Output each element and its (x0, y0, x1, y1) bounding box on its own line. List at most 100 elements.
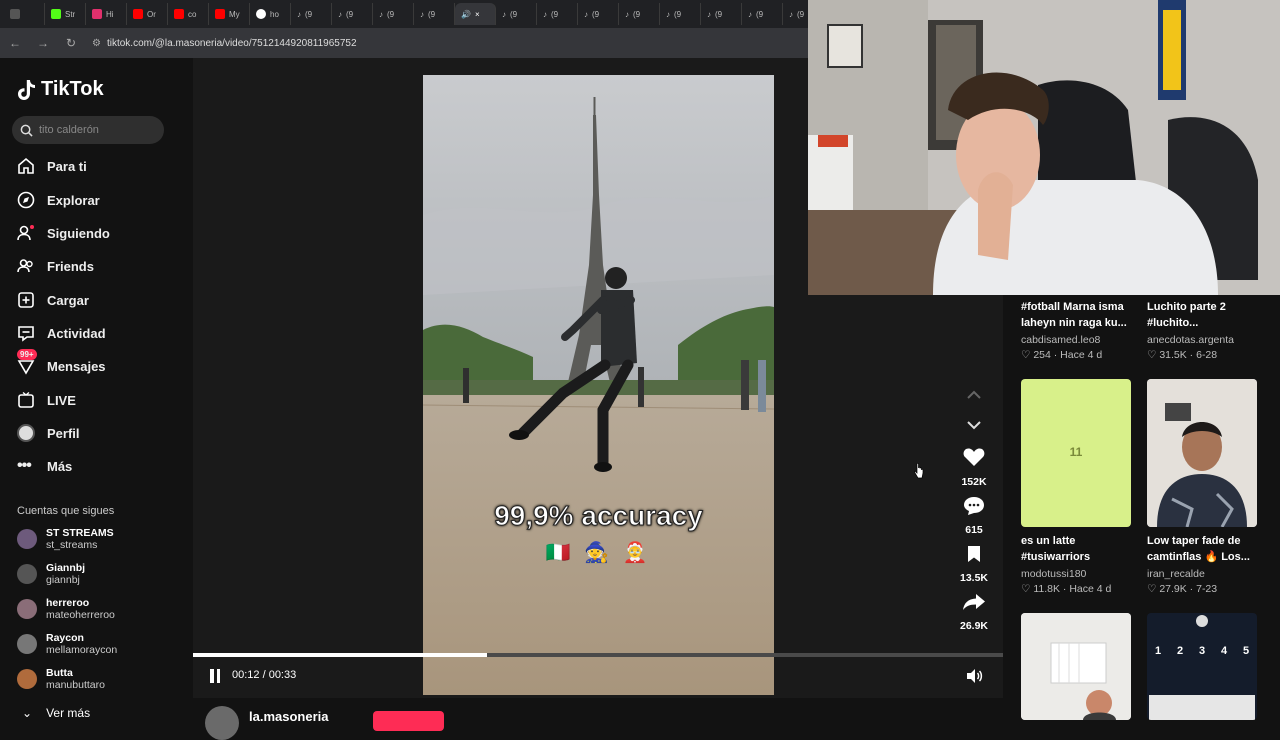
video-card-user[interactable]: modotussi180 (1021, 568, 1086, 580)
back-icon[interactable]: ← (8, 36, 22, 50)
browser-tab[interactable]: ♪ (9 (332, 3, 373, 25)
account-name: Raycon (46, 632, 84, 644)
chevron-down-icon: ⌄ (22, 706, 33, 720)
browser-tab[interactable]: ♪ (9 (578, 3, 619, 25)
browser-tab[interactable]: ♪ (9 (496, 3, 537, 25)
browser-tab[interactable]: ♪ (9 (783, 3, 808, 25)
browser-tab[interactable]: ♪ (9 (701, 3, 742, 25)
followed-account[interactable]: herreroo mateoherreroo (17, 597, 115, 621)
bookmark-icon[interactable] (962, 545, 986, 563)
instagram-icon (92, 9, 102, 19)
browser-tab[interactable]: ♪ (9 (373, 3, 414, 25)
nav-mensajes[interactable]: 99+ Mensajes (17, 349, 106, 375)
progress-bar[interactable] (193, 653, 1003, 657)
nav-label: Siguiendo (47, 225, 110, 241)
browser-tab[interactable]: ♪ (9 (291, 3, 332, 25)
video-card-thumbnail[interactable]: 11 (1021, 379, 1131, 527)
tab-label: Or (147, 9, 156, 19)
volume-icon[interactable] (965, 668, 983, 684)
progress-fill (193, 653, 488, 657)
video-card-user[interactable]: anecdotas.argenta (1147, 334, 1234, 346)
home-icon (18, 157, 34, 174)
pause-button[interactable] (210, 669, 222, 683)
youtube-icon (215, 9, 225, 19)
browser-tab[interactable]: co (168, 3, 209, 25)
browser-tab[interactable]: ♪ (9 (619, 3, 660, 25)
search-placeholder: tito calderón (39, 124, 99, 136)
previous-video-icon[interactable] (962, 388, 986, 402)
account-handle: mellamoraycon (46, 644, 118, 656)
share-icon[interactable] (962, 593, 986, 611)
browser-tab[interactable]: ho (250, 3, 291, 25)
thumbnail-number: 1 (1154, 645, 1162, 657)
tiktok-icon: ♪ (338, 9, 342, 19)
url-text: tiktok.com/@la.masoneria/video/751214492… (106, 37, 357, 49)
browser-tab-active[interactable]: 🔊 × (455, 3, 496, 25)
comment-icon[interactable] (962, 496, 986, 516)
tiktok-logo[interactable]: TikTok (17, 78, 104, 101)
live-icon (18, 391, 34, 408)
search-input[interactable]: tito calderón (12, 116, 164, 144)
avatar (17, 529, 37, 549)
share-count: 26.9K (959, 620, 989, 632)
google-icon (256, 9, 266, 19)
related-videos: #fotball Marna isma laheyn nin raga ku..… (1003, 295, 1280, 720)
nav-cargar[interactable]: Cargar (17, 291, 89, 309)
browser-tab[interactable]: ♪ (9 (414, 3, 455, 25)
thumbnail-number-row: 1 2 3 4 5 (1147, 645, 1257, 657)
browser-tab[interactable]: ♪ (9 (742, 3, 783, 25)
video-card-title[interactable]: #fotball Marna isma laheyn nin raga ku..… (1021, 299, 1139, 331)
nav-mas[interactable]: ••• Más (17, 457, 72, 475)
follow-button[interactable] (373, 711, 444, 731)
avatar (17, 634, 37, 654)
tab-label: (9 (428, 9, 436, 19)
video-card-title[interactable]: es un latte #tusiwarriors (1021, 533, 1139, 565)
followed-account[interactable]: Butta manubuttaro (17, 667, 105, 691)
browser-tab[interactable]: Str (45, 3, 86, 25)
video-card-title[interactable]: Low taper fade de camtinflas 🔥 Los... (1147, 533, 1265, 565)
reload-icon[interactable]: ↻ (64, 36, 78, 50)
tiktok-icon: ♪ (297, 9, 301, 19)
next-video-icon[interactable] (962, 418, 986, 432)
forward-icon[interactable]: → (36, 36, 50, 50)
browser-tab[interactable]: ♪ (9 (537, 3, 578, 25)
nav-perfil[interactable]: Perfil (17, 424, 80, 442)
tab-label: (9 (387, 9, 395, 19)
site-info-icon[interactable]: ⚙ (92, 38, 101, 49)
video-card-thumbnail[interactable] (1021, 613, 1131, 720)
nav-friends[interactable]: Friends (17, 257, 94, 275)
video-card-user[interactable]: iran_recalde (1147, 568, 1205, 580)
nav-label: Friends (47, 258, 94, 274)
nav-para-ti[interactable]: Para ti (17, 157, 87, 175)
like-icon[interactable] (962, 447, 986, 467)
tab-label: (9 (756, 9, 764, 19)
url-field[interactable]: ⚙ tiktok.com/@la.masoneria/video/7512144… (92, 38, 357, 49)
browser-tab[interactable]: ♪ (9 (660, 3, 701, 25)
nav-label: Más (47, 458, 73, 474)
author-avatar[interactable] (205, 706, 239, 740)
author-name[interactable]: la.masoneria (249, 709, 329, 724)
followed-account[interactable]: ST STREAMS st_streams (17, 527, 114, 551)
followed-account[interactable]: Giannbj giannbj (17, 562, 85, 586)
nav-label: Cargar (47, 292, 89, 308)
browser-tab[interactable]: My (209, 3, 250, 25)
nav-explorar[interactable]: Explorar (17, 191, 100, 209)
see-more-button[interactable]: ⌄ Ver más (22, 706, 90, 720)
video-card-thumbnail[interactable] (1147, 379, 1257, 527)
browser-tab[interactable] (4, 3, 45, 25)
browser-tab[interactable]: Or (127, 3, 168, 25)
video-frame[interactable]: 99,9% accuracy 🇮🇹 🧙 🤶 (423, 75, 774, 695)
tab-close-icon[interactable]: × (475, 10, 480, 19)
video-card-title[interactable]: Luchito parte 2 #luchito... (1147, 299, 1265, 331)
nav-actividad[interactable]: Actividad (17, 324, 106, 342)
thumbnail-text: 11 (1069, 445, 1083, 459)
video-card-thumbnail[interactable]: 1 2 3 4 5 (1147, 613, 1257, 720)
account-handle: st_streams (46, 539, 98, 551)
nav-siguiendo[interactable]: Siguiendo (17, 224, 110, 242)
browser-tab[interactable]: Hi (86, 3, 127, 25)
nav-live[interactable]: LIVE (17, 391, 76, 409)
followed-account[interactable]: Raycon mellamoraycon (17, 632, 117, 656)
video-card-user[interactable]: cabdisamed.leo8 (1021, 334, 1100, 346)
tab-label: (9 (551, 9, 559, 19)
tiktok-icon: ♪ (789, 9, 793, 19)
